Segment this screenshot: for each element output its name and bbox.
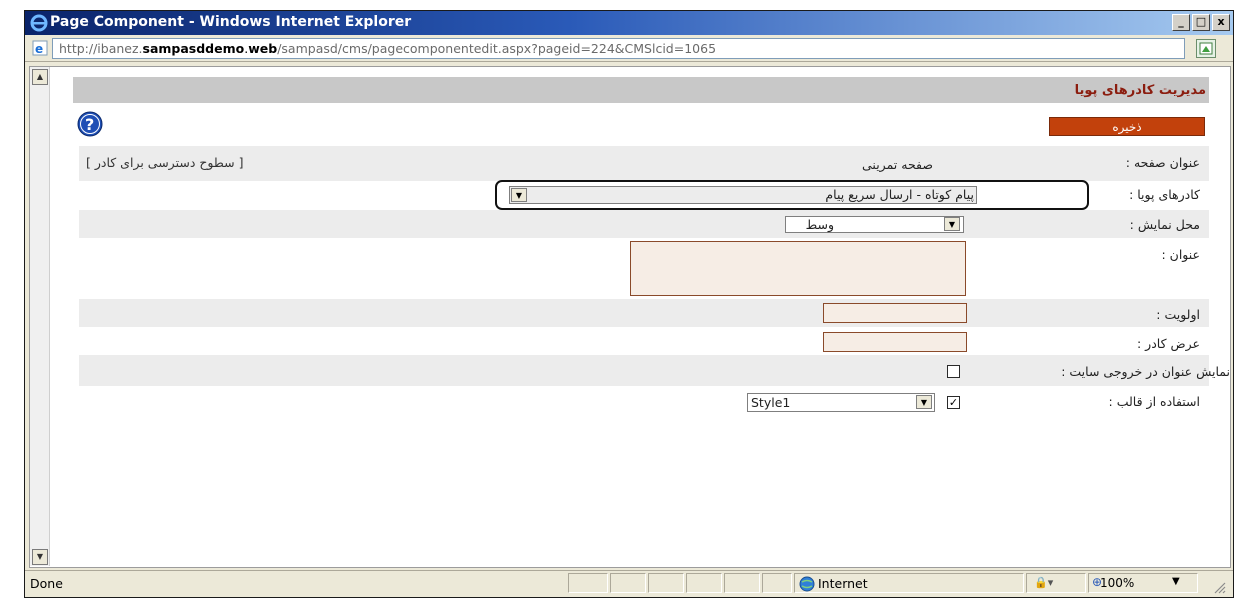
page-title-value: صفحه تمرینی bbox=[862, 157, 933, 172]
show-title-checkbox[interactable] bbox=[947, 365, 960, 378]
url-path: /sampasd/cms/pagecomponentedit.aspx?page… bbox=[277, 41, 717, 56]
maximize-button[interactable]: □ bbox=[1192, 14, 1210, 31]
zoom-dropdown-icon[interactable]: ▼ bbox=[1172, 576, 1180, 587]
zoom-level: 100% bbox=[1100, 576, 1135, 590]
use-template-label: استفاده از قالب : bbox=[1108, 394, 1200, 409]
close-button[interactable]: x bbox=[1212, 14, 1230, 31]
globe-icon bbox=[799, 576, 815, 592]
status-panel bbox=[724, 573, 760, 593]
box-width-input[interactable] bbox=[823, 332, 967, 352]
status-panel bbox=[648, 573, 684, 593]
url-host: sampasddemo bbox=[142, 41, 245, 56]
zone-label: Internet bbox=[818, 576, 868, 591]
save-button[interactable]: ذخیره bbox=[1049, 117, 1205, 136]
chevron-down-icon[interactable]: ▼ bbox=[511, 188, 527, 202]
status-panel bbox=[568, 573, 608, 593]
form-row-page-title bbox=[79, 146, 1209, 181]
status-panel bbox=[762, 573, 792, 593]
show-title-label: نمایش عنوان در خروجی سایت : bbox=[1061, 364, 1230, 379]
url-field[interactable]: http://ibanez.sampasddemo.web/sampasd/cm… bbox=[52, 38, 1185, 59]
template-value: Style1 bbox=[751, 395, 791, 410]
priority-input[interactable] bbox=[823, 303, 967, 323]
display-location-value: وسط bbox=[805, 217, 834, 232]
title-textarea[interactable] bbox=[630, 241, 966, 296]
form-row-show-title bbox=[79, 355, 1209, 386]
svg-text:e: e bbox=[35, 42, 43, 56]
minimize-button[interactable]: _ bbox=[1172, 14, 1190, 31]
status-panel bbox=[686, 573, 722, 593]
display-location-label: محل نمایش : bbox=[1129, 217, 1200, 232]
help-icon[interactable]: ? bbox=[77, 111, 103, 137]
status-text: Done bbox=[30, 576, 63, 591]
title-label: عنوان : bbox=[1161, 247, 1200, 262]
url-prefix: http://ibanez. bbox=[59, 41, 143, 56]
window-title: Page Component - Windows Internet Explor… bbox=[50, 14, 412, 30]
chevron-down-icon[interactable]: ▼ bbox=[944, 217, 960, 231]
compatibility-icon[interactable] bbox=[1196, 39, 1216, 58]
vertical-scrollbar[interactable] bbox=[30, 67, 50, 566]
svg-text:?: ? bbox=[85, 115, 94, 134]
dynamic-boxes-label: کادرهای پویا : bbox=[1129, 187, 1200, 202]
box-width-label: عرض کادر : bbox=[1137, 336, 1200, 351]
header-bar bbox=[73, 77, 1209, 103]
priority-label: اولویت : bbox=[1156, 307, 1200, 322]
page-icon: e bbox=[32, 40, 48, 56]
scroll-up-icon[interactable]: ▲ bbox=[32, 69, 48, 85]
scroll-down-icon[interactable]: ▼ bbox=[32, 549, 48, 565]
url-domain: web bbox=[248, 41, 278, 56]
resize-grip-icon[interactable] bbox=[1212, 580, 1226, 594]
form-row-priority bbox=[79, 299, 1209, 327]
form-row-box-width bbox=[79, 327, 1209, 355]
page-title-label: عنوان صفحه : bbox=[1125, 155, 1200, 170]
form-row-display-location bbox=[79, 210, 1209, 238]
form-row-use-template bbox=[79, 386, 1209, 413]
page-title: مدیریت کادرهای پویا bbox=[1074, 83, 1206, 98]
chevron-down-icon[interactable]: ▼ bbox=[916, 395, 932, 409]
access-levels-link[interactable]: [ سطوح دسترسی برای کادر ] bbox=[86, 155, 243, 170]
dynamic-boxes-value: پیام کوتاه - ارسال سریع پیام bbox=[825, 187, 974, 202]
lock-icon[interactable]: 🔒▾ bbox=[1034, 576, 1053, 589]
ie-logo-icon bbox=[30, 14, 48, 32]
use-template-checkbox[interactable]: ✓ bbox=[947, 396, 960, 409]
status-panel bbox=[610, 573, 646, 593]
